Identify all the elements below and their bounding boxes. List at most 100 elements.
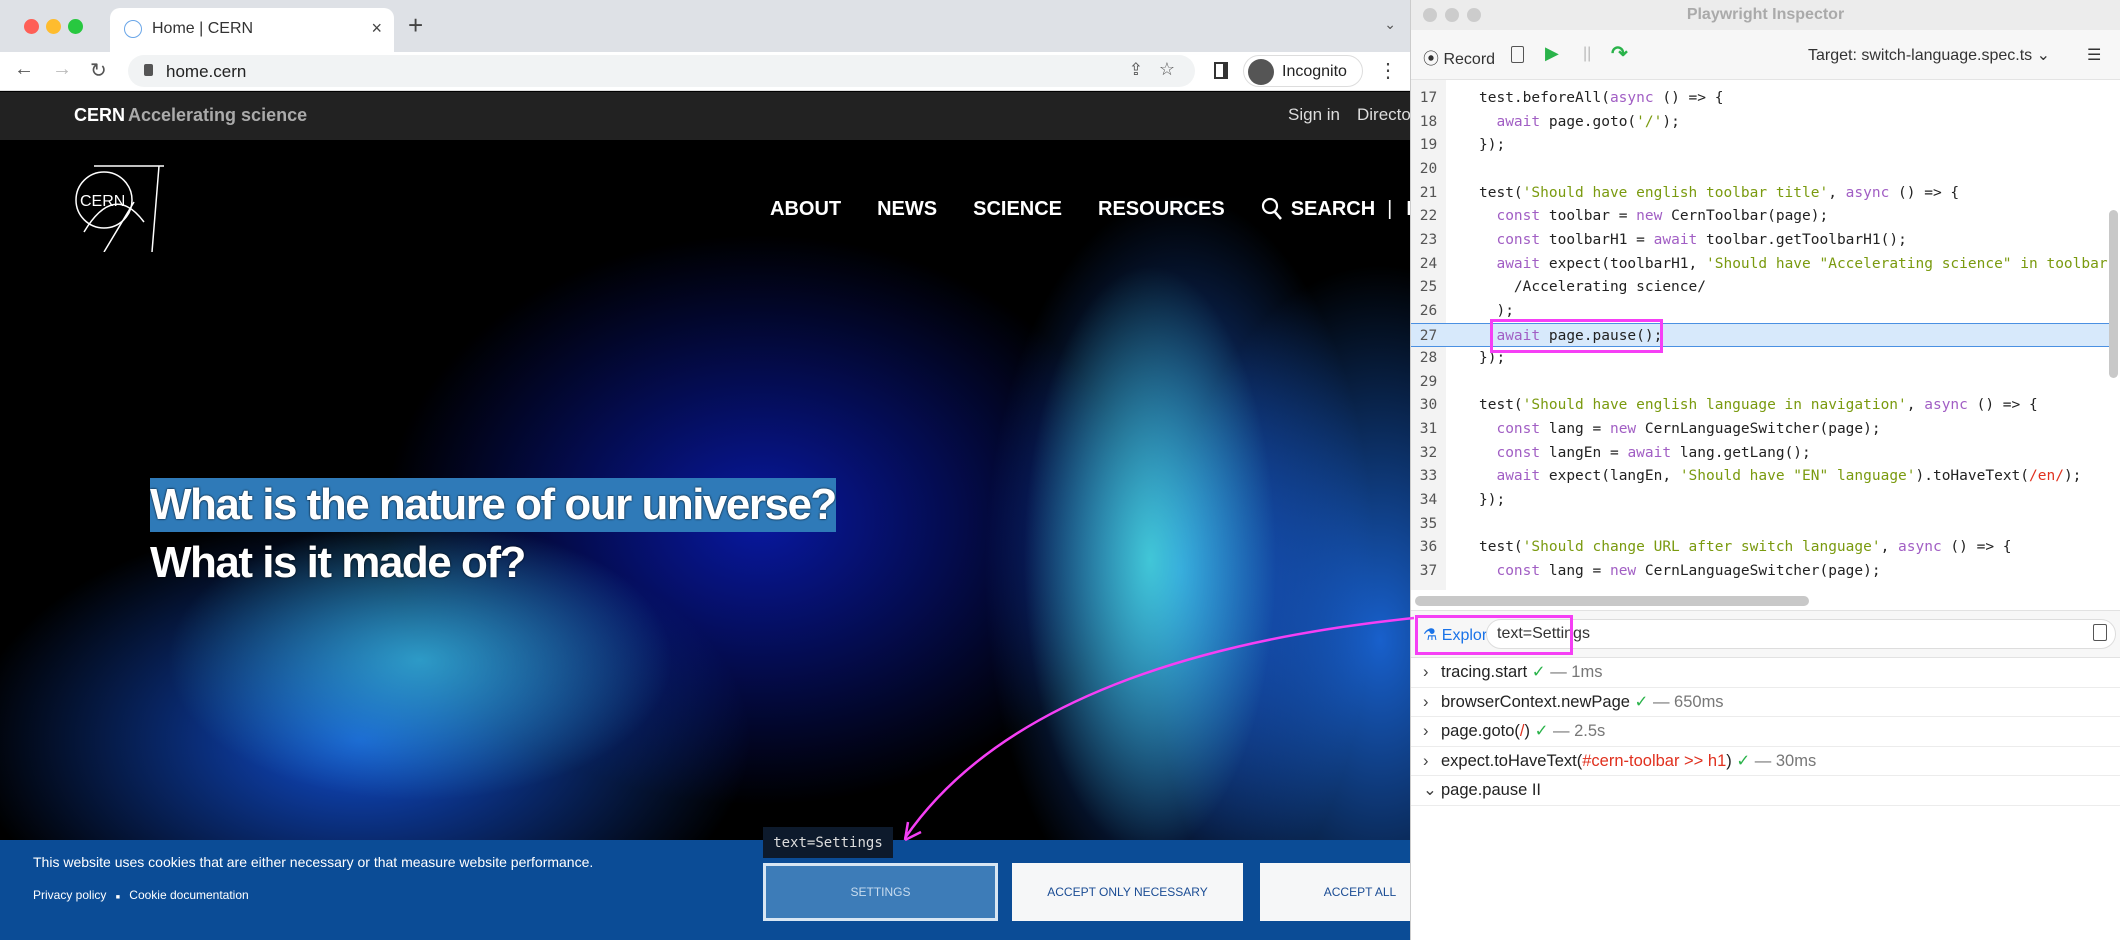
resume-icon[interactable]: ▶ [1545,43,1559,64]
accept-all-button[interactable]: ACCEPT ALL [1260,863,1410,921]
cookie-links: Privacy policy ■ Cookie documentation [33,888,249,902]
close-window-button[interactable] [24,19,39,34]
chevron-down-icon: ⌄ [2036,47,2050,64]
copy-icon[interactable] [1511,46,1524,63]
horizontal-scrollbar[interactable] [1415,596,1809,606]
selector-input[interactable]: text=Settings [1486,619,2116,649]
cern-toolbar: CERN Accelerating science Sign in Direct… [0,92,1410,140]
log-entry[interactable]: ⌄ page.pause II [1411,776,2120,806]
chevron-down-icon[interactable]: ⌄ [1423,776,1441,805]
line-number: 37 [1419,563,1438,579]
tab-search-chevron-icon[interactable]: ⌄ [1384,16,1396,33]
code-token: ); [2063,468,2082,485]
pause-icon[interactable]: || [1583,45,1591,63]
code-line: 34}); [1411,488,2111,512]
check-icon: ✓ [1634,692,1649,711]
address-bar[interactable]: home.cern ⇪ ☆ [128,55,1195,87]
target-label: Target: [1808,47,1857,64]
code-token: test( [1479,184,1523,201]
nav-science[interactable]: SCIENCE [973,198,1062,221]
code-token: page.goto( [1540,113,1637,130]
code-line: 31 const lang = new CernLanguageSwitcher… [1411,417,2111,441]
code-token: new [1609,563,1637,579]
sign-in-link[interactable]: Sign in [1288,105,1340,125]
code-text: const toolbar = new CernToolbar(page); [1479,204,1828,228]
log-action: browserContext.newPage [1441,692,1630,711]
minimize-window-button[interactable] [46,19,61,34]
close-window-button[interactable] [1423,8,1437,22]
code-token: const [1496,444,1541,461]
nav-separator: | [1387,197,1393,220]
step-over-icon[interactable]: ↷ [1611,41,1628,66]
code-token: await [1496,255,1541,272]
code-token: 'Should change URL after switch language… [1522,539,1881,556]
log-entry[interactable]: › page.goto(/) ✓ — 2.5s [1411,717,2120,747]
code-token: ).toHaveText( [1915,468,2030,485]
chevron-right-icon[interactable]: › [1423,658,1441,687]
inspector-title: Playwright Inspector [1686,6,1845,23]
reload-icon[interactable]: ↻ [90,58,107,83]
nav-resources[interactable]: RESOURCES [1098,198,1225,221]
share-icon[interactable]: ⇪ [1129,60,1143,80]
code-line: 29 [1411,370,2111,394]
line-number: 22 [1419,208,1438,225]
accept-only-necessary-button[interactable]: ACCEPT ONLY NECESSARY [1012,863,1243,921]
code-text: await page.goto('/'); [1479,110,1679,134]
incognito-button[interactable]: Incognito [1243,55,1363,87]
log-entry[interactable]: › browserContext.newPage ✓ — 650ms [1411,688,2120,718]
close-tab-icon[interactable]: × [371,18,382,39]
chevron-right-icon[interactable]: › [1423,688,1441,717]
record-button[interactable]: ⦿ Record [1423,45,1495,69]
line-number: 27 [1419,327,1438,344]
vertical-scrollbar[interactable] [2109,210,2118,378]
code-line: 21 test('Should have english toolbar titl… [1411,181,2111,205]
search-button[interactable]: SEARCH | [1261,197,1393,221]
code-text: const lang = new CernLanguageSwitcher(pa… [1479,559,1880,583]
nav-news[interactable]: NEWS [877,198,937,221]
check-icon: ✓ [1736,751,1751,770]
code-text: const lang = new CernLanguageSwitcher(pa… [1479,417,1880,441]
new-tab-button[interactable]: + [408,10,423,41]
cookie-documentation-link[interactable]: Cookie documentation [129,888,248,902]
nav-about[interactable]: ABOUT [770,198,841,221]
log-entry[interactable]: › tracing.start ✓ — 1ms [1411,658,2120,688]
main-navigation: ABOUT NEWS SCIENCE RESOURCES SEARCH | EN [770,197,1410,221]
code-token: langEn = [1540,444,1628,461]
forward-icon[interactable]: → [52,58,72,81]
record-icon: ⦿ [1423,51,1440,68]
zoom-window-button[interactable] [1467,8,1481,22]
code-token: await [1653,231,1698,248]
zoom-window-button[interactable] [68,19,83,34]
code-token: () => { [1967,397,2038,414]
cern-logo[interactable]: CERN [74,162,164,252]
cern-brand[interactable]: CERN [74,105,125,126]
settings-button[interactable]: SETTINGS [763,863,998,921]
code-token: () => { [1889,184,1960,201]
tab-home-cern[interactable]: Home | CERN × [110,8,394,52]
log-entry[interactable]: › expect.toHaveText(#cern-toolbar >> h1) … [1411,747,2120,777]
minimize-window-button[interactable] [1445,8,1459,22]
side-panel-icon[interactable] [1214,62,1228,79]
clear-list-icon[interactable]: ☰ [2087,45,2101,65]
inspector-titlebar: Playwright Inspector [1411,0,2120,30]
chevron-right-icon[interactable]: › [1423,747,1441,776]
chevron-right-icon[interactable]: › [1423,717,1441,746]
code-token: toolbarH1 = [1540,231,1654,248]
target-selector[interactable]: Target: switch-language.spec.ts ⌄ [1808,45,2050,65]
privacy-policy-link[interactable]: Privacy policy [33,888,106,902]
menu-kebab-icon[interactable]: ⋮ [1378,58,1398,83]
url-text[interactable]: home.cern [166,62,246,82]
code-text: const toolbarH1 = await toolbar.getToolb… [1479,228,1906,252]
browser-window: Home | CERN × + ⌄ ← → ↻ home.cern ⇪ ☆ In… [0,0,1410,940]
back-icon[interactable]: ← [14,58,34,81]
code-token: lang = [1540,563,1610,579]
bookmark-star-icon[interactable]: ☆ [1159,59,1175,80]
line-number: 23 [1419,231,1438,248]
line-number: 32 [1419,444,1438,461]
directory-link[interactable]: Directory [1357,105,1410,125]
copy-selector-icon[interactable] [2093,624,2107,641]
code-text: await expect(langEn, 'Should have "EN" l… [1479,464,2081,488]
